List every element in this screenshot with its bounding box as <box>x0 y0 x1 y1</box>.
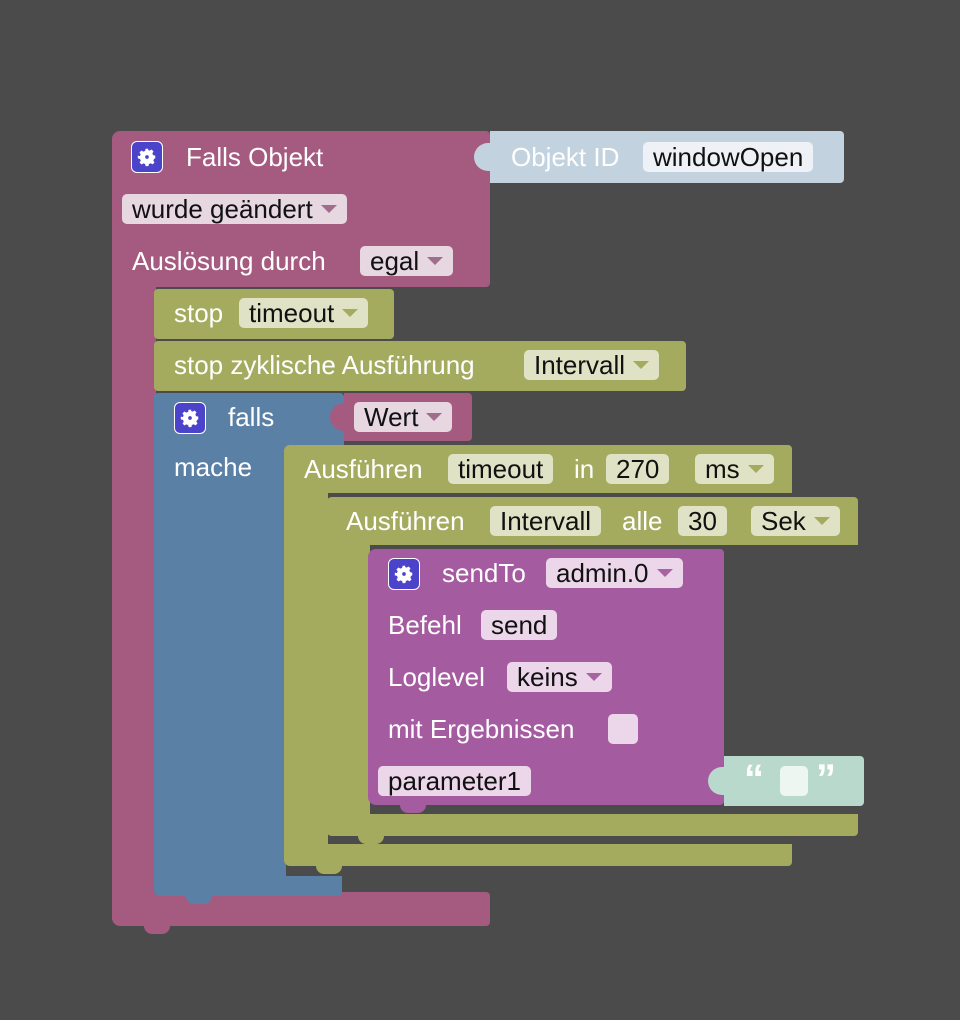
trigger-block-footer <box>112 892 490 926</box>
change-dropdown[interactable]: wurde geändert <box>122 194 347 224</box>
chevron-down-icon <box>656 569 673 578</box>
sendto-instance-dropdown[interactable]: admin.0 <box>546 558 683 588</box>
if-block-spine <box>154 445 286 895</box>
stop-interval-dropdown-value: Intervall <box>534 350 626 380</box>
trigger-by-dropdown-value: egal <box>370 246 420 276</box>
sendto-block-bottom-notch <box>400 803 426 813</box>
condition-dropdown[interactable]: Wert <box>354 402 453 432</box>
interval-block-footer <box>326 814 858 836</box>
trigger-block-spine <box>112 270 156 910</box>
interval-block-bottom-notch <box>358 834 384 844</box>
gear-icon[interactable] <box>131 141 163 173</box>
chevron-down-icon <box>320 205 337 214</box>
timeout-name-field[interactable]: timeout <box>448 454 554 484</box>
timeout-label: Ausführen <box>304 454 423 484</box>
do-label: mache <box>174 452 253 482</box>
parameter1-field[interactable]: parameter1 <box>378 766 531 796</box>
object-id-label: Objekt ID <box>511 142 620 172</box>
stop-timeout-dropdown[interactable]: timeout <box>239 298 369 328</box>
loglevel-label: Loglevel <box>388 662 485 692</box>
command-field[interactable]: send <box>481 610 558 640</box>
stop-interval-dropdown[interactable]: Intervall <box>524 350 660 380</box>
chevron-down-icon <box>342 309 359 318</box>
quote-close-icon: ” <box>816 757 836 801</box>
timeout-block-spine <box>284 490 328 860</box>
trigger-title: Falls Objekt <box>186 142 324 172</box>
trigger-block-bottom-notch <box>144 924 170 934</box>
command-label: Befehl <box>388 610 462 640</box>
interval-name-field[interactable]: Intervall <box>490 506 602 536</box>
if-block-bottom-notch <box>186 894 212 904</box>
if-block-footer <box>154 876 342 896</box>
trigger-by-dropdown[interactable]: egal <box>360 246 454 276</box>
timeout-unit-value: ms <box>705 454 740 484</box>
timeout-in-label: in <box>574 454 595 484</box>
interval-block-spine <box>326 542 370 822</box>
chevron-down-icon <box>585 673 602 682</box>
gear-icon[interactable] <box>388 558 420 590</box>
text-value-connector <box>708 767 728 795</box>
stop-interval-label: stop zyklische Ausführung <box>174 350 475 380</box>
gear-icon[interactable] <box>174 402 206 434</box>
timeout-delay-field[interactable]: 270 <box>606 454 670 484</box>
quote-open-icon: “ <box>744 757 764 801</box>
chevron-down-icon <box>747 465 764 474</box>
chevron-down-icon <box>813 517 830 526</box>
interval-period-field[interactable]: 30 <box>678 506 727 536</box>
timeout-unit-dropdown[interactable]: ms <box>695 454 774 484</box>
results-checkbox[interactable] <box>608 714 638 744</box>
object-id-field[interactable]: windowOpen <box>643 142 814 172</box>
loglevel-value: keins <box>517 662 578 692</box>
interval-every-label: alle <box>622 506 663 536</box>
stop-timeout-label: stop <box>174 298 224 328</box>
loglevel-dropdown[interactable]: keins <box>507 662 612 692</box>
trigger-by-label: Auslösung durch <box>132 246 326 276</box>
interval-label: Ausführen <box>346 506 465 536</box>
interval-unit-dropdown[interactable]: Sek <box>751 506 840 536</box>
condition-dropdown-value: Wert <box>364 402 419 432</box>
timeout-block-bottom-notch <box>316 864 342 874</box>
text-value-field[interactable] <box>780 766 808 796</box>
results-label: mit Ergebnissen <box>388 714 575 744</box>
chevron-down-icon <box>633 361 650 370</box>
chevron-down-icon <box>426 413 443 422</box>
chevron-down-icon <box>427 257 444 266</box>
timeout-block-footer <box>284 844 792 866</box>
sendto-instance-value: admin.0 <box>556 558 649 588</box>
sendto-label: sendTo <box>442 558 526 588</box>
object-id-connector <box>474 143 494 171</box>
interval-unit-value: Sek <box>761 506 806 536</box>
stop-timeout-dropdown-value: timeout <box>249 298 335 328</box>
if-label: falls <box>228 402 275 432</box>
change-dropdown-value: wurde geändert <box>132 194 313 224</box>
